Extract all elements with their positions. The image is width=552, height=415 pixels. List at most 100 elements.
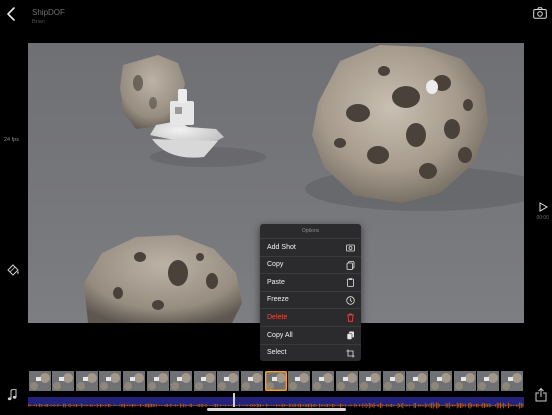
waveform-bar: [136, 404, 138, 407]
waveform-bar: [231, 404, 233, 407]
waveform-bar: [124, 403, 125, 408]
camera-icon[interactable]: [533, 7, 547, 19]
home-indicator: [207, 408, 346, 411]
menu-item-select[interactable]: Select: [260, 343, 361, 362]
paint-bucket-icon[interactable]: [6, 262, 20, 276]
filmstrip-frame[interactable]: [430, 371, 453, 391]
waveform-bar: [413, 403, 415, 408]
filmstrip-frame[interactable]: [52, 371, 75, 391]
waveform-bar: [516, 404, 517, 407]
waveform-bar: [196, 405, 197, 406]
filmstrip-frame[interactable]: [382, 371, 405, 391]
menu-item-add-shot[interactable]: Add Shot: [260, 238, 361, 256]
waveform-bar: [391, 403, 393, 408]
waveform-bar: [268, 405, 269, 406]
waveform-bar: [31, 405, 33, 406]
share-icon[interactable]: [535, 388, 547, 402]
waveform-bar: [466, 405, 468, 406]
menu-item-copy[interactable]: Copy: [260, 255, 361, 274]
waveform-bar: [458, 403, 460, 408]
waveform-bar: [269, 405, 271, 406]
waveform-bar: [66, 405, 68, 406]
waveform-bar: [420, 404, 421, 407]
waveform-bar: [85, 404, 87, 407]
filmstrip-frame[interactable]: [288, 371, 311, 391]
waveform-bar: [359, 404, 361, 407]
filmstrip-frame[interactable]: [359, 371, 382, 391]
copy-all-icon: [346, 331, 354, 340]
waveform-bar: [205, 403, 207, 408]
filmstrip-frame[interactable]: [170, 371, 193, 391]
waveform-bar: [279, 404, 281, 407]
waveform-bar: [274, 405, 276, 406]
fps-label[interactable]: 24 fps: [4, 137, 19, 143]
waveform-bar: [68, 404, 69, 407]
filmstrip-frame[interactable]: [311, 371, 334, 391]
filmstrip-frame[interactable]: [500, 371, 523, 391]
filmstrip-frame[interactable]: [75, 371, 98, 391]
filmstrip-frame-selected[interactable]: [264, 371, 287, 391]
project-subtitle: Brian: [32, 19, 45, 25]
waveform-bar: [434, 404, 436, 407]
waveform-bar: [324, 404, 325, 407]
waveform-bar: [468, 403, 469, 408]
play-icon[interactable]: [538, 202, 548, 212]
waveform-bar: [364, 404, 365, 407]
waveform-bar: [248, 405, 250, 406]
menu-title: Options: [301, 228, 320, 234]
menu-item-copy-all[interactable]: Copy All: [260, 326, 361, 344]
waveform-bar: [448, 402, 450, 409]
waveform-bar: [424, 403, 426, 408]
waveform-bar: [346, 405, 348, 406]
waveform-bar: [117, 405, 119, 406]
waveform-bar: [80, 403, 82, 408]
filmstrip-frame[interactable]: [477, 371, 500, 391]
waveform-bar: [360, 404, 362, 407]
waveform-bar: [301, 404, 303, 407]
waveform-bar: [335, 405, 337, 406]
waveform-bar: [338, 404, 340, 407]
waveform-bar: [381, 403, 383, 408]
filmstrip-frame[interactable]: [217, 371, 240, 391]
filmstrip-frame[interactable]: [193, 371, 216, 391]
waveform-bar: [50, 404, 52, 407]
waveform-bar: [218, 405, 220, 406]
waveform-bar: [148, 403, 149, 408]
waveform-bar: [447, 403, 449, 408]
filmstrip-frame[interactable]: [406, 371, 429, 391]
menu-item-delete[interactable]: Delete: [260, 308, 361, 326]
back-chevron-icon[interactable]: [4, 6, 20, 22]
waveform-bar: [74, 404, 76, 407]
waveform-bar: [64, 403, 66, 408]
filmstrip-frame[interactable]: [453, 371, 476, 391]
waveform-bar: [365, 403, 367, 408]
audio-timeline[interactable]: [28, 397, 524, 409]
waveform-bar: [240, 405, 242, 406]
waveform-bar: [372, 404, 373, 407]
filmstrip-frame[interactable]: [122, 371, 145, 391]
filmstrip-frame[interactable]: [241, 371, 264, 391]
waveform-bar: [508, 402, 509, 409]
music-note-icon[interactable]: [7, 389, 17, 401]
filmstrip-frame[interactable]: [335, 371, 358, 391]
filmstrip-frame[interactable]: [99, 371, 122, 391]
waveform-bar: [112, 405, 114, 406]
waveform-bar: [298, 403, 300, 408]
menu-item-paste[interactable]: Paste: [260, 273, 361, 291]
copy-icon: [346, 260, 355, 270]
waveform-bar: [330, 404, 332, 407]
waveform-bar: [460, 403, 461, 408]
waveform-bar: [493, 405, 495, 406]
menu-item-label: Copy: [267, 261, 284, 269]
menu-item-freeze[interactable]: Freeze: [260, 290, 361, 309]
waveform-bar: [48, 405, 50, 406]
waveform-bar: [464, 403, 466, 408]
filmstrip-frame[interactable]: [28, 371, 51, 391]
filmstrip-frame[interactable]: [146, 371, 169, 391]
waveform-bar: [261, 404, 263, 407]
playhead[interactable]: [233, 393, 235, 407]
filmstrip[interactable]: [28, 371, 524, 391]
waveform-bar: [103, 405, 105, 406]
waveform-bar: [210, 405, 212, 406]
waveform-bar: [400, 403, 402, 408]
